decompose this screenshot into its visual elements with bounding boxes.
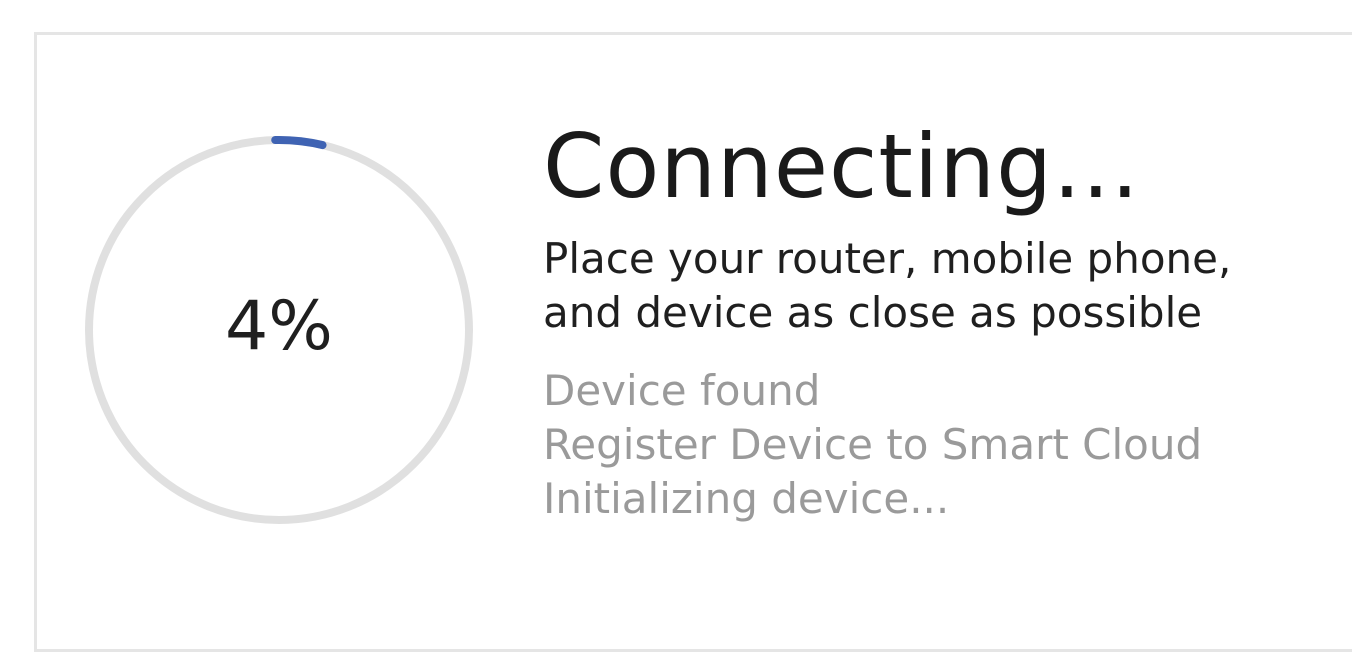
- progress-ring-fill: [271, 136, 327, 150]
- step-register-cloud: Register Device to Smart Cloud: [543, 420, 1203, 469]
- step-list: Device found Register Device to Smart Cl…: [543, 364, 1343, 526]
- page-title: Connecting...: [543, 115, 1140, 218]
- instruction-line-1: Place your router, mobile phone,: [543, 234, 1232, 283]
- instruction-text: Place your router, mobile phone, and dev…: [543, 232, 1343, 340]
- status-text-block: Connecting... Place your router, mobile …: [543, 112, 1343, 526]
- step-initializing: Initializing device...: [543, 474, 950, 523]
- step-device-found: Device found: [543, 366, 821, 415]
- progress-percent: 4%: [225, 287, 333, 366]
- instruction-line-2: and device as close as possible: [543, 288, 1203, 337]
